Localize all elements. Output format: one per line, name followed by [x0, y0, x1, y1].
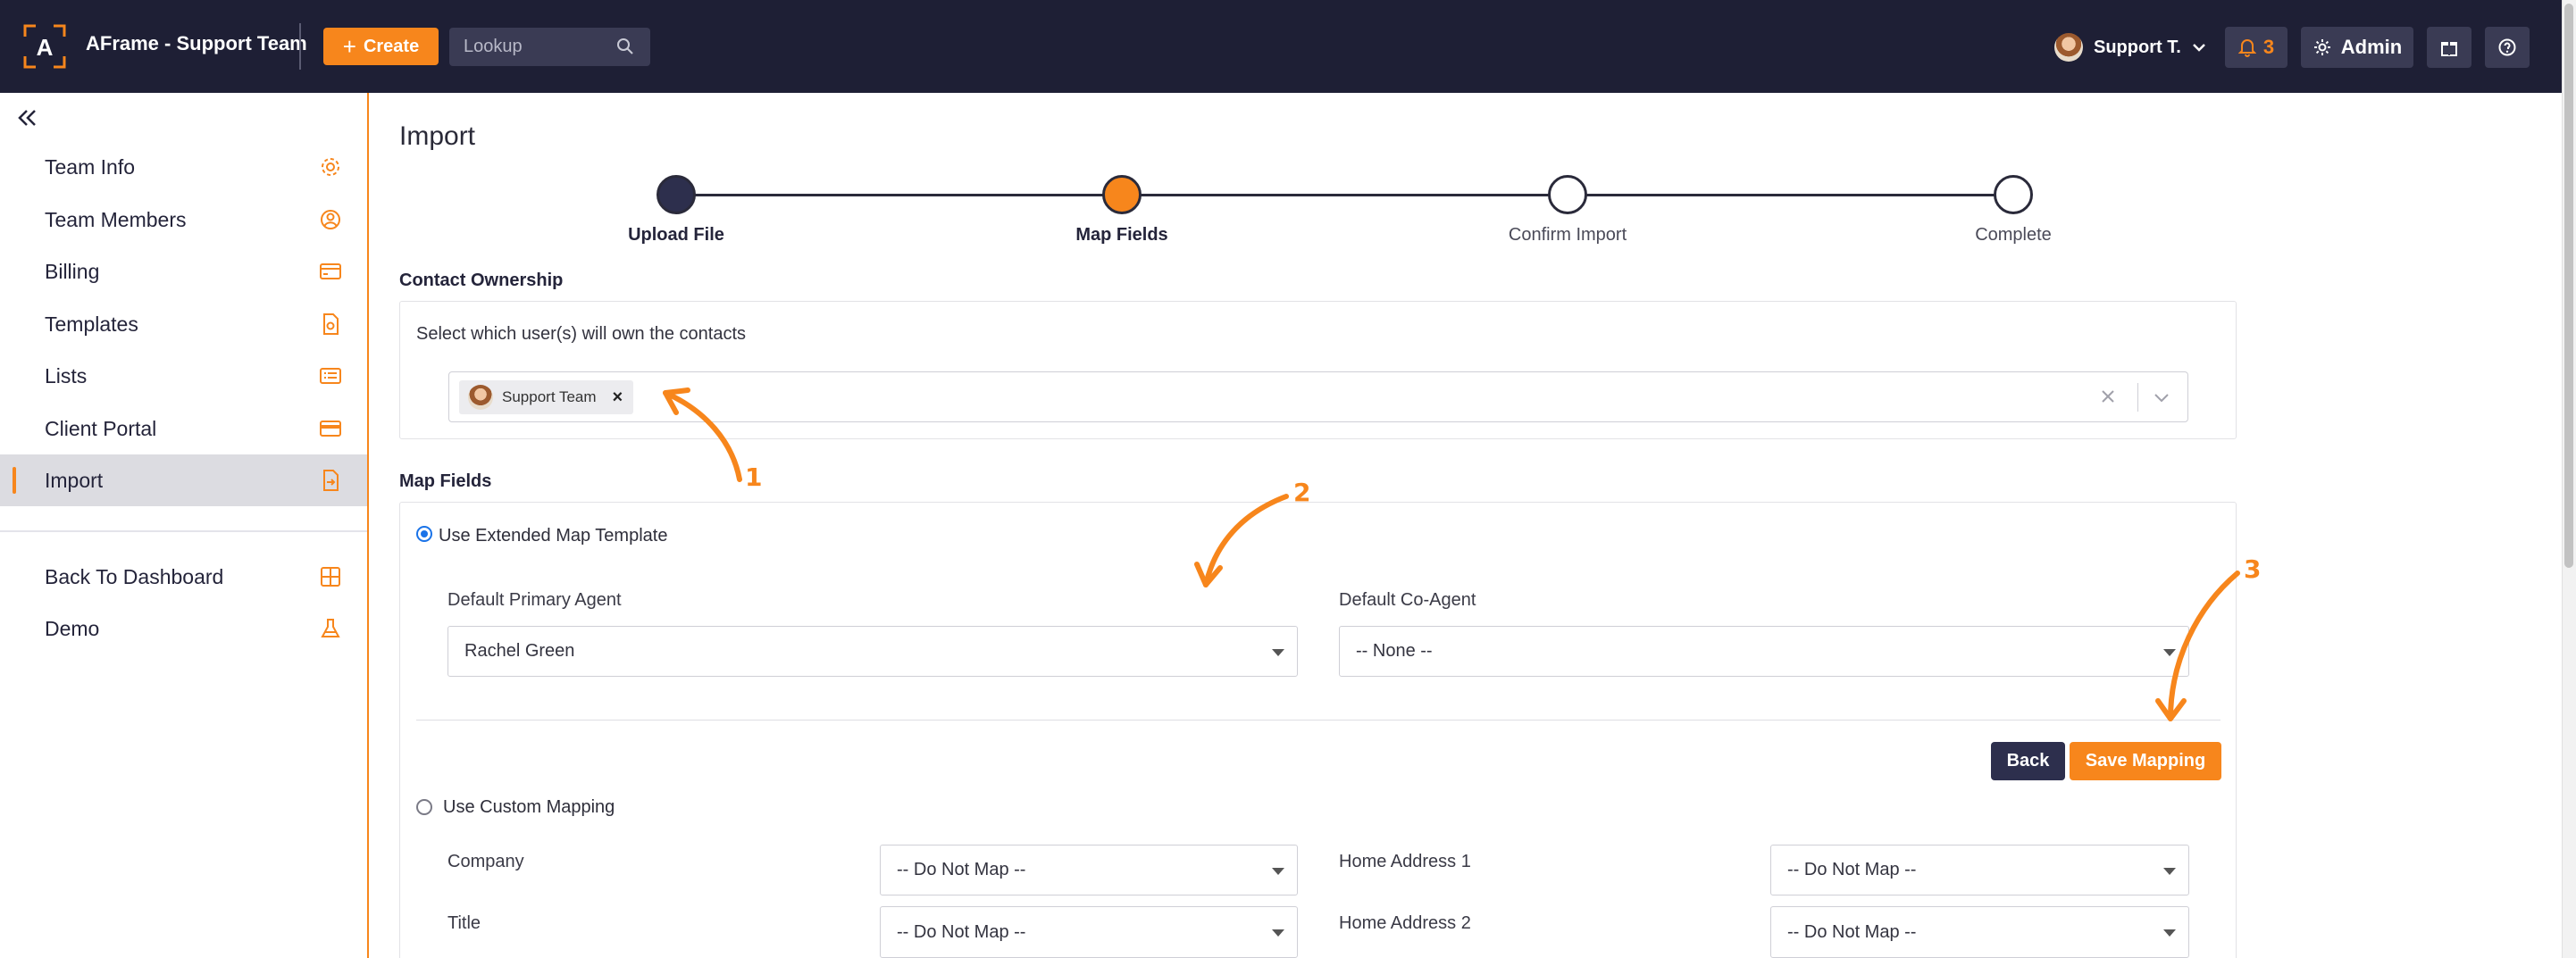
annotation-number-3: 3: [2244, 554, 2262, 584]
annotation-arrow-1: [663, 390, 742, 482]
annotation-arrows: [663, 387, 2240, 721]
annotation-number-1: 1: [745, 462, 763, 492]
annotation-number-2: 2: [1293, 478, 1311, 507]
annotation-arrow-3: [2168, 571, 2240, 721]
